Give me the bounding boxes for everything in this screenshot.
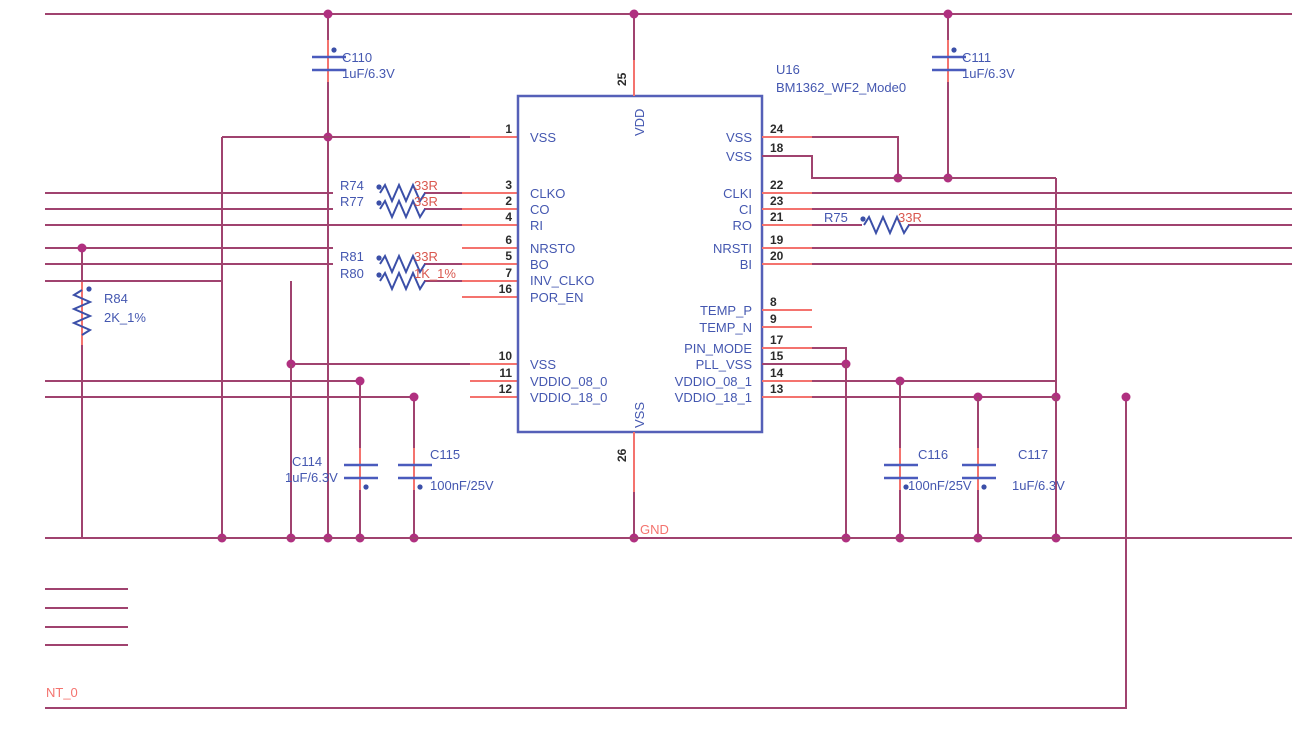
c111-branch bbox=[943, 9, 953, 183]
r81-refdes: R81 bbox=[340, 249, 364, 264]
pin-label-vss-24: VSS bbox=[726, 130, 752, 145]
pin-label-nrsto: NRSTO bbox=[530, 241, 575, 256]
u16-part-name: BM1362_WF2_Mode0 bbox=[776, 80, 906, 95]
pin-label-pin-mode: PIN_MODE bbox=[684, 341, 752, 356]
pin-number-16: 16 bbox=[499, 282, 513, 296]
pin-label-vss-18: VSS bbox=[726, 149, 752, 164]
pin-number-7: 7 bbox=[505, 266, 512, 280]
c115-branch bbox=[409, 392, 419, 543]
u16-refdes: U16 bbox=[776, 62, 800, 77]
pin-label-ci: CI bbox=[739, 202, 752, 217]
net-pin18-vss bbox=[762, 155, 1056, 179]
pin-label-vddio-18-1: VDDIO_18_1 bbox=[675, 390, 752, 405]
c117-branch bbox=[973, 397, 983, 543]
pin-number-2: 2 bbox=[505, 194, 512, 208]
net-vddio08-1 bbox=[812, 376, 1056, 386]
pin-label-nrsti: NRSTI bbox=[713, 241, 752, 256]
net-pin24-vss bbox=[812, 136, 903, 183]
pin-label-temp-p: TEMP_P bbox=[700, 303, 752, 318]
c110-value: 1uF/6.3V bbox=[342, 66, 395, 81]
c111-refdes: C111 bbox=[962, 50, 991, 65]
pin-number-4: 4 bbox=[505, 210, 512, 224]
pin-number-6: 6 bbox=[505, 233, 512, 247]
pin-label-temp-n: TEMP_N bbox=[699, 320, 752, 335]
r77-value: 33R bbox=[414, 194, 438, 209]
pin-number-3: 3 bbox=[505, 178, 512, 192]
pin-label-vss-10: VSS bbox=[530, 357, 556, 372]
pin-number-11: 11 bbox=[499, 366, 512, 380]
net-vddio18-1 bbox=[812, 392, 1056, 402]
nt0-trace bbox=[45, 392, 1131, 709]
pin-number-13: 13 bbox=[770, 382, 784, 396]
pin-number-17: 17 bbox=[770, 333, 784, 347]
pin-number-15: 15 bbox=[770, 349, 784, 363]
r84-value: 2K_1% bbox=[104, 310, 146, 325]
c117-refdes: C117 bbox=[1018, 447, 1048, 462]
pin-number-10: 10 bbox=[499, 349, 513, 363]
left-bus-wires bbox=[45, 192, 414, 398]
pin-number-12: 12 bbox=[499, 382, 513, 396]
net-label-nt0: NT_0 bbox=[46, 685, 78, 700]
c115-value: 100nF/25V bbox=[430, 478, 494, 493]
c115-refdes: C115 bbox=[430, 447, 460, 462]
c114-value: 1uF/6.3V bbox=[285, 470, 338, 485]
pin-number-23: 23 bbox=[770, 194, 784, 208]
bottom-left-stubs bbox=[45, 588, 128, 646]
pin-number-9: 9 bbox=[770, 312, 777, 326]
pin-label-vdd-25: VDD bbox=[632, 109, 647, 136]
pin-number-8: 8 bbox=[770, 295, 777, 309]
r75-value: 33R bbox=[898, 210, 922, 225]
pin-label-clki: CLKI bbox=[723, 186, 752, 201]
net-inv-clko bbox=[286, 281, 470, 543]
pin-label-vss-1: VSS bbox=[530, 130, 556, 145]
pin-number-5: 5 bbox=[505, 249, 512, 263]
pin-number-14: 14 bbox=[770, 366, 784, 380]
pin-number-19: 19 bbox=[770, 233, 784, 247]
pin-label-bi: BI bbox=[740, 257, 752, 272]
pin-number-25: 25 bbox=[615, 72, 629, 86]
c114-refdes: C114 bbox=[292, 454, 322, 469]
schematic-sheet: U16 BM1362_WF2_Mode0 VSS CLKO CO RI NRST… bbox=[0, 0, 1292, 733]
r74-refdes: R74 bbox=[340, 178, 364, 193]
pin-label-vss-26: VSS bbox=[632, 402, 647, 428]
net-vss-pin26-gnd bbox=[629, 432, 639, 543]
c116-branch bbox=[895, 381, 905, 543]
r75-refdes: R75 bbox=[824, 210, 848, 225]
pin-label-vddio-08-0: VDDIO_08_0 bbox=[530, 374, 607, 389]
pin-label-ri: RI bbox=[530, 218, 543, 233]
pin-number-18: 18 bbox=[770, 141, 784, 155]
r80-refdes: R80 bbox=[340, 266, 364, 281]
pin-number-24: 24 bbox=[770, 122, 784, 136]
pin-number-21: 21 bbox=[770, 210, 784, 224]
r77-refdes: R77 bbox=[340, 194, 364, 209]
r80-value: 1K_1% bbox=[414, 266, 456, 281]
r84-refdes: R84 bbox=[104, 291, 128, 306]
r84-branch bbox=[77, 243, 87, 538]
c117-value: 1uF/6.3V bbox=[1012, 478, 1065, 493]
pin-label-bo: BO bbox=[530, 257, 549, 272]
c114-branch bbox=[355, 376, 365, 543]
pin-label-vddio-08-1: VDDIO_08_1 bbox=[675, 374, 752, 389]
pin-label-por-en: POR_EN bbox=[530, 290, 583, 305]
net-vdd-pin25 bbox=[629, 9, 639, 96]
pin-label-co: CO bbox=[530, 202, 550, 217]
c110-refdes: C110 bbox=[342, 50, 372, 65]
pin-label-vddio-18-0: VDDIO_18_0 bbox=[530, 390, 607, 405]
schematic-canvas: U16 BM1362_WF2_Mode0 VSS CLKO CO RI NRST… bbox=[45, 9, 1292, 709]
pin-number-1: 1 bbox=[505, 122, 512, 136]
pin-number-26: 26 bbox=[615, 448, 629, 462]
pin-number-20: 20 bbox=[770, 249, 784, 263]
pin-label-inv-clko: INV_CLKO bbox=[530, 273, 594, 288]
r81-value: 33R bbox=[414, 249, 438, 264]
c116-refdes: C116 bbox=[918, 447, 948, 462]
c111-value: 1uF/6.3V bbox=[962, 66, 1015, 81]
pin-number-22: 22 bbox=[770, 178, 784, 192]
r74-value: 33R bbox=[414, 178, 438, 193]
pin-label-ro: RO bbox=[733, 218, 753, 233]
pin-label-clko: CLKO bbox=[530, 186, 565, 201]
c116-value: 100nF/25V bbox=[908, 478, 972, 493]
c110-branch bbox=[323, 9, 333, 543]
net-label-gnd: GND bbox=[640, 522, 669, 537]
pin-label-pll-vss: PLL_VSS bbox=[696, 357, 753, 372]
